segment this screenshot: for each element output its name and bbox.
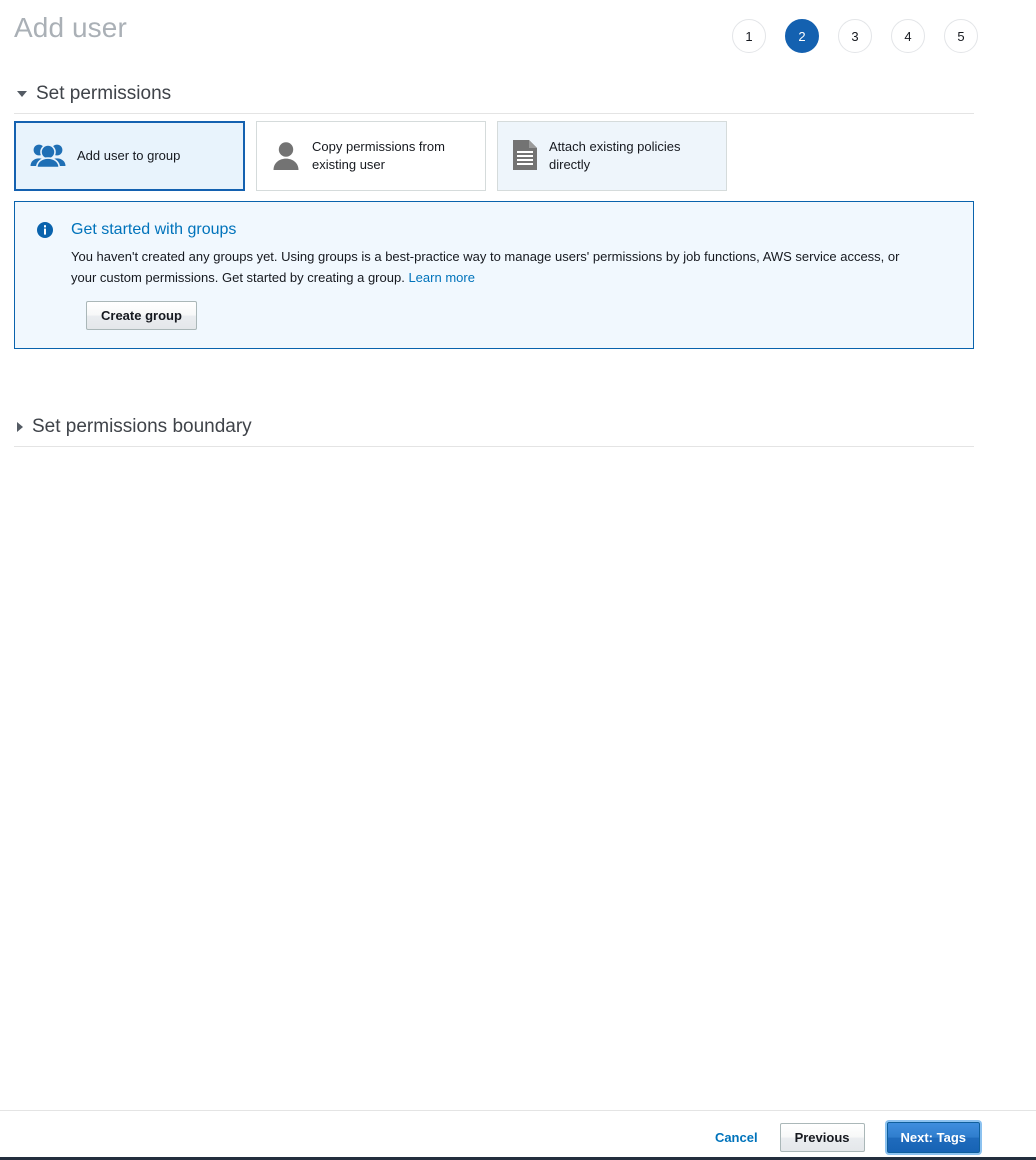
step-indicator: 1 2 3 4 5 [732, 19, 978, 53]
option-add-user-to-group[interactable]: Add user to group [14, 121, 245, 191]
document-policy-icon [512, 139, 538, 174]
option-copy-permissions[interactable]: Copy permissions from existing user [256, 121, 486, 191]
cancel-button[interactable]: Cancel [715, 1130, 758, 1145]
option-add-user-to-group-label: Add user to group [77, 148, 181, 164]
person-icon [271, 139, 301, 174]
previous-button[interactable]: Previous [779, 1123, 865, 1152]
learn-more-link[interactable]: Learn more [408, 270, 474, 285]
footer-bar: Cancel Previous Next: Tags [0, 1110, 1036, 1160]
info-box-body: Get started with groups You haven't crea… [71, 220, 953, 348]
chevron-right-icon [17, 421, 23, 432]
permission-options: Add user to group Copy permissions from … [14, 121, 727, 191]
page-title: Add user [14, 12, 127, 43]
option-copy-permissions-label: Copy permissions from existing user [312, 139, 445, 172]
chevron-down-icon [17, 90, 27, 97]
step-indicator-5[interactable]: 5 [944, 19, 978, 53]
set-permissions-header[interactable]: Set permissions [14, 84, 974, 114]
step-indicator-2[interactable]: 2 [785, 19, 819, 53]
step-indicator-1[interactable]: 1 [732, 19, 766, 53]
info-box-text: You haven't created any groups yet. Usin… [71, 246, 916, 288]
step-indicator-4[interactable]: 4 [891, 19, 925, 53]
create-group-button[interactable]: Create group [86, 301, 197, 330]
info-box-title: Get started with groups [71, 221, 237, 238]
set-permissions-boundary-title: Set permissions boundary [32, 416, 252, 437]
option-attach-policies[interactable]: Attach existing policies directly [497, 121, 727, 191]
set-permissions-section: Set permissions [14, 84, 974, 114]
footer-actions: Cancel Previous Next: Tags [715, 1122, 980, 1153]
set-permissions-boundary-section: Set permissions boundary [14, 417, 974, 447]
set-permissions-boundary-header[interactable]: Set permissions boundary [14, 417, 974, 447]
info-circle-icon [37, 222, 53, 348]
page-header: Add user 1 2 3 4 5 [0, 0, 1036, 72]
set-permissions-title: Set permissions [36, 83, 172, 104]
info-box-body-text: You haven't created any groups yet. Usin… [71, 249, 900, 286]
step-indicator-3[interactable]: 3 [838, 19, 872, 53]
option-attach-policies-label: Attach existing policies directly [549, 139, 681, 172]
group-of-people-icon [30, 142, 66, 171]
next-tags-button[interactable]: Next: Tags [886, 1122, 980, 1153]
